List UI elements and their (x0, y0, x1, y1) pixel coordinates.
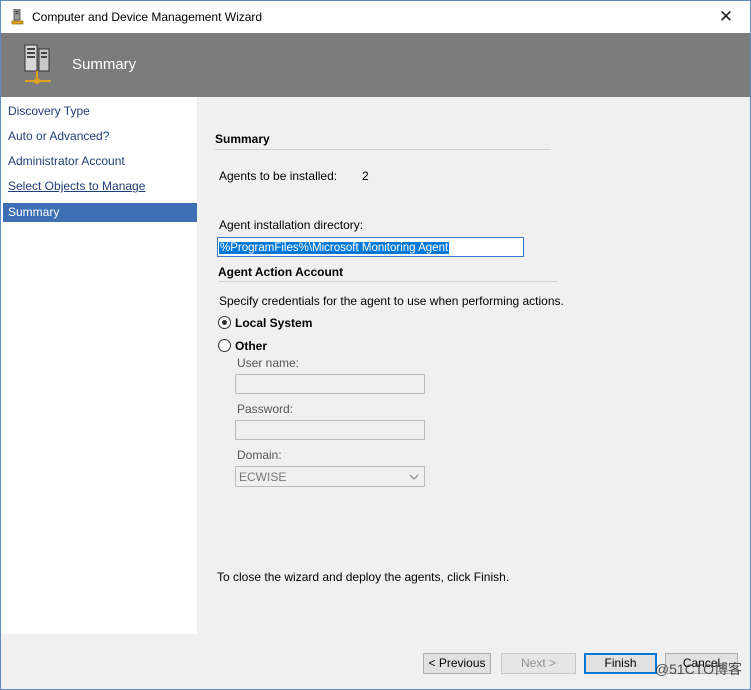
password-field[interactable] (235, 420, 425, 440)
summary-section-title: Summary (215, 132, 270, 146)
section-divider (215, 149, 551, 150)
finish-button[interactable]: Finish (584, 653, 657, 674)
section-divider (218, 281, 558, 282)
nav-item-discovery-type[interactable]: Discovery Type (3, 102, 197, 121)
radio-selected-dot (222, 320, 227, 325)
close-icon[interactable]: ✕ (716, 6, 736, 28)
wizard-app-icon (11, 9, 24, 25)
credentials-description: Specify credentials for the agent to use… (219, 294, 564, 308)
summary-panel: Summary Agents to be installed: 2 Agent … (197, 97, 750, 634)
title-bar: Computer and Device Management Wizard ✕ (1, 1, 750, 33)
window-title: Computer and Device Management Wizard (32, 10, 263, 24)
wizard-footer: < Previous Next > Finish Cancel (1, 634, 750, 689)
action-account-section-title: Agent Action Account (218, 265, 344, 279)
finish-instructions: To close the wizard and deploy the agent… (217, 570, 510, 584)
nav-item-administrator-account[interactable]: Administrator Account (3, 152, 197, 171)
agents-count-label: Agents to be installed: (219, 169, 338, 183)
other-label[interactable]: Other (235, 339, 267, 353)
install-dir-input[interactable]: %ProgramFiles%\Microsoft Monitoring Agen… (217, 237, 524, 257)
domain-select[interactable]: ECWISE (235, 466, 425, 487)
next-button[interactable]: Next > (501, 653, 576, 674)
local-system-label[interactable]: Local System (235, 316, 312, 330)
password-label: Password: (237, 402, 294, 416)
install-dir-value: %ProgramFiles%\Microsoft Monitoring Agen… (219, 242, 450, 254)
nav-item-auto-or-advanced[interactable]: Auto or Advanced? (3, 127, 197, 146)
watermark-text: @51CTO博客 (654, 661, 742, 677)
server-network-icon (24, 44, 51, 84)
nav-item-select-objects[interactable]: Select Objects to Manage (3, 177, 197, 196)
username-label: User name: (237, 356, 300, 370)
page-title: Summary (72, 56, 137, 73)
previous-button[interactable]: < Previous (423, 653, 491, 674)
agents-count-value: 2 (362, 169, 369, 183)
domain-label: Domain: (237, 448, 282, 462)
install-dir-label: Agent installation directory: (219, 218, 364, 232)
wizard-window: Computer and Device Management Wizard ✕ … (0, 0, 751, 690)
local-system-radio[interactable] (218, 316, 231, 329)
username-field[interactable] (235, 374, 425, 394)
wizard-steps-nav: Discovery Type Auto or Advanced? Adminis… (1, 97, 197, 634)
nav-item-summary[interactable]: Summary (3, 203, 197, 222)
other-radio[interactable] (218, 339, 231, 352)
domain-value: ECWISE (239, 470, 287, 484)
chevron-down-icon (409, 474, 419, 480)
wizard-header: Summary (1, 33, 750, 97)
